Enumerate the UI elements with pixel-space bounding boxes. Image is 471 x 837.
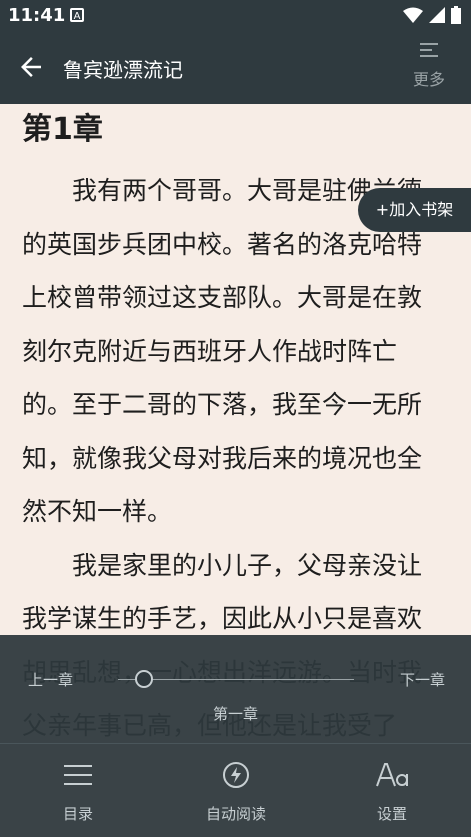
add-to-shelf-button[interactable]: +加入书架 bbox=[358, 188, 471, 232]
prev-chapter-button[interactable]: 上一章 bbox=[28, 669, 73, 690]
tab-settings[interactable]: 设置 bbox=[332, 757, 452, 824]
tab-toc-label: 目录 bbox=[62, 805, 93, 823]
wifi-icon bbox=[403, 7, 423, 23]
tab-auto-read[interactable]: 自动阅读 bbox=[176, 757, 296, 824]
status-time: 11:41 bbox=[8, 5, 66, 26]
more-label: 更多 bbox=[412, 70, 445, 89]
next-chapter-button[interactable]: 下一章 bbox=[400, 669, 445, 690]
app-bar: 鲁宾逊漂流记 更多 bbox=[0, 34, 471, 104]
signal-icon bbox=[429, 7, 445, 23]
font-settings-icon bbox=[376, 763, 408, 787]
current-chapter-label: 第一章 bbox=[212, 705, 258, 723]
list-icon bbox=[64, 765, 92, 785]
chapter-title: 第1章 bbox=[22, 112, 103, 147]
battery-icon bbox=[451, 6, 461, 24]
book-title: 鲁宾逊漂流记 bbox=[63, 58, 183, 82]
tab-settings-label: 设置 bbox=[376, 805, 407, 823]
slider-thumb[interactable] bbox=[134, 670, 153, 688]
more-button[interactable]: 更多 bbox=[409, 42, 449, 90]
back-arrow-icon[interactable] bbox=[16, 52, 46, 82]
auto-read-icon bbox=[223, 762, 249, 788]
menu-icon bbox=[420, 43, 438, 57]
tab-auto-read-label: 自动阅读 bbox=[205, 805, 266, 823]
divider bbox=[0, 743, 471, 744]
reader-control-panel: 上一章 下一章 第一章 目录 自动阅读 设置 bbox=[0, 635, 471, 837]
notification-icon: A bbox=[70, 8, 84, 22]
system-icons bbox=[403, 6, 461, 24]
tab-toc[interactable]: 目录 bbox=[18, 757, 138, 824]
chapter-progress-slider[interactable] bbox=[118, 679, 354, 680]
status-bar: 11:41 A bbox=[0, 0, 471, 34]
